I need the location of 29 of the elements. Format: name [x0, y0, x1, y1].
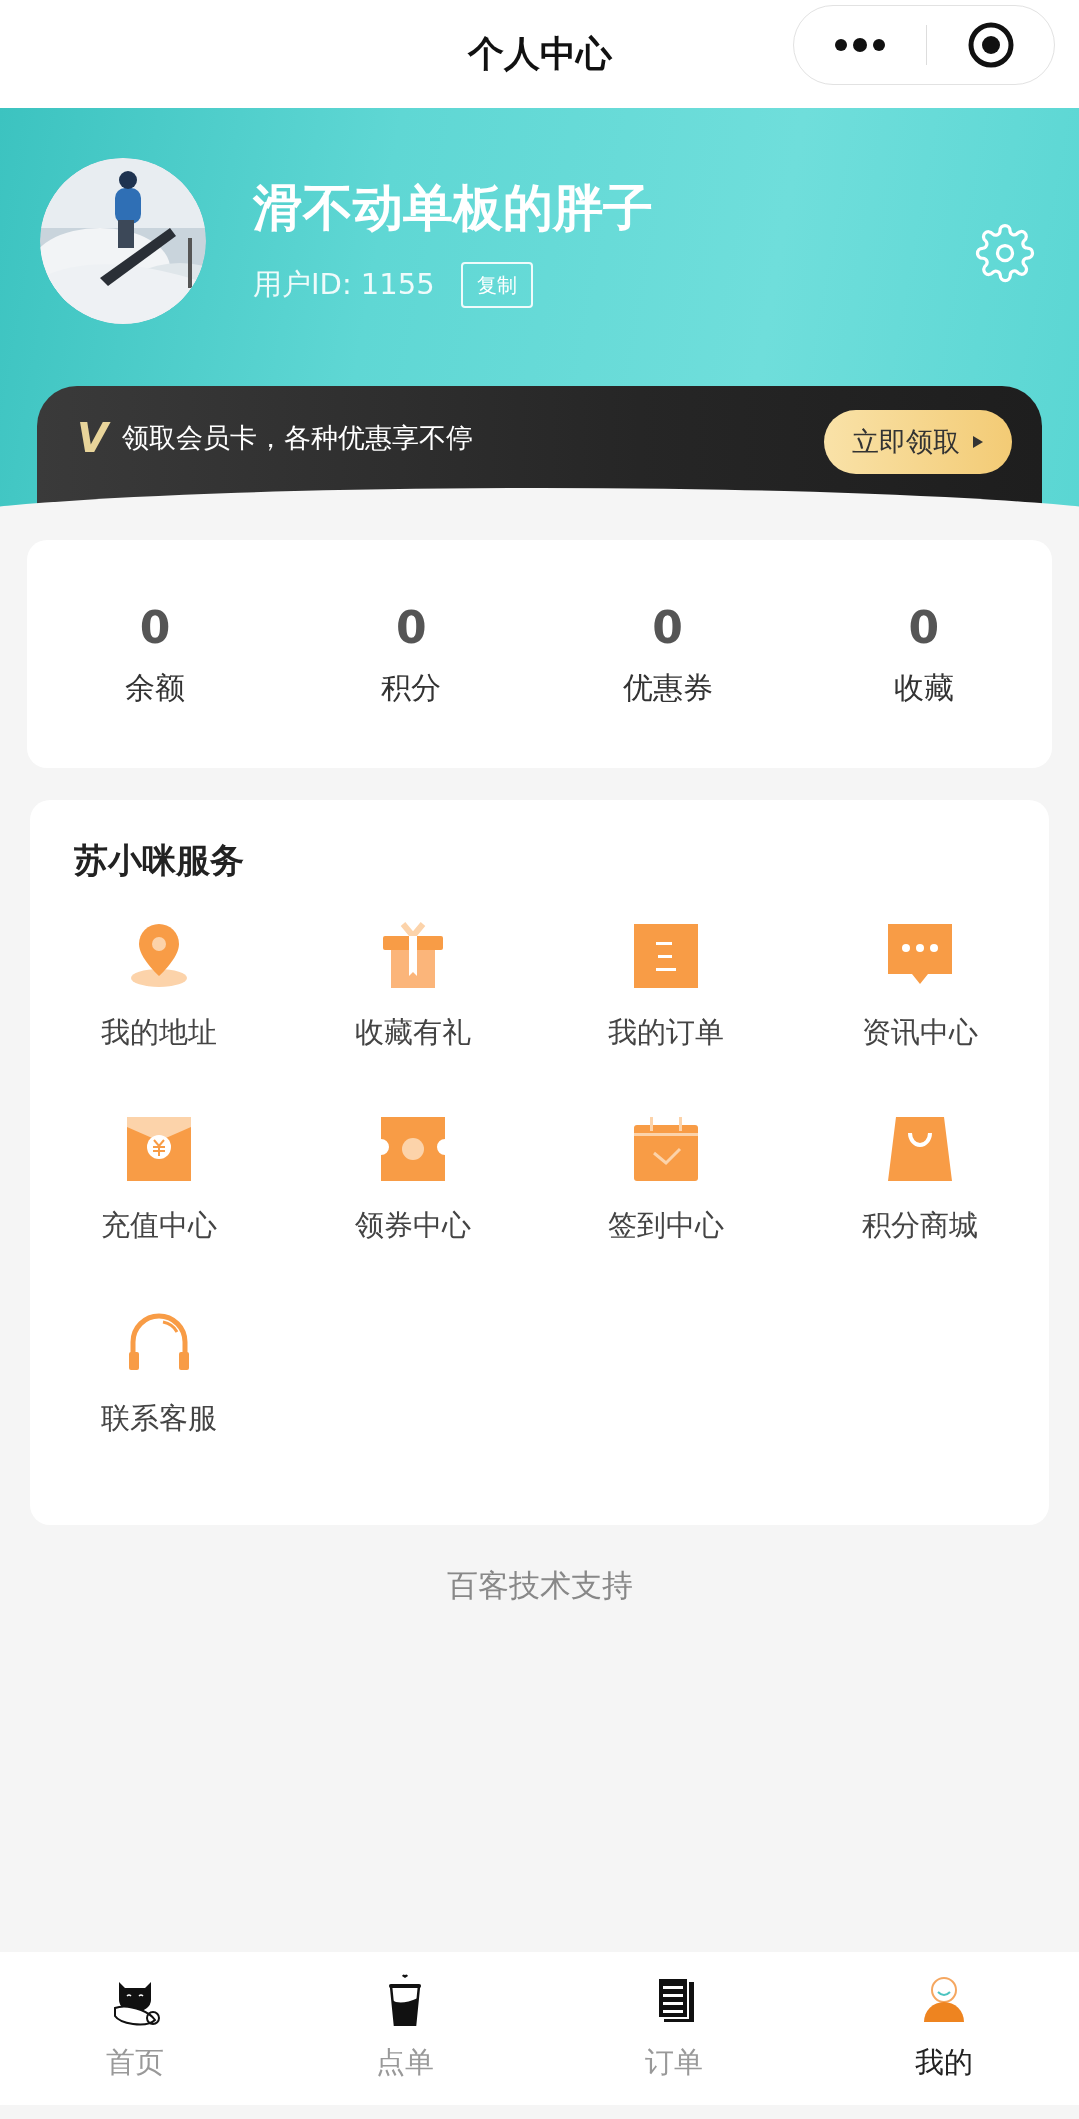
service-label[interactable]: 积分商城 — [862, 1205, 979, 1245]
service-label[interactable]: 联系客服 — [100, 1398, 217, 1438]
service-label[interactable]: 签到中心 — [608, 1205, 725, 1245]
stat-label[interactable]: 余额 — [125, 668, 186, 708]
footer-text: 百客技术支持 — [446, 1565, 633, 1605]
service-label[interactable]: 收藏有礼 — [354, 1012, 471, 1052]
stat-label[interactable]: 优惠券 — [622, 668, 713, 708]
play-icon — [972, 435, 984, 449]
stat-label[interactable]: 积分 — [381, 668, 442, 708]
service-label[interactable]: 领券中心 — [354, 1205, 471, 1245]
stat-value: 0 — [139, 602, 171, 654]
stat-value: 0 — [908, 602, 940, 654]
more-icon[interactable] — [834, 38, 886, 52]
service-label[interactable]: 我的订单 — [608, 1012, 725, 1052]
page-title: 个人中心 — [467, 32, 612, 76]
member-text: 领取会员卡，各种优惠享不停 — [121, 421, 473, 455]
settings-icon[interactable] — [975, 223, 1035, 283]
tab-item[interactable]: 我的 — [809, 1952, 1079, 2105]
stat-value: 0 — [652, 602, 683, 654]
stat-label[interactable]: 收藏 — [893, 668, 954, 708]
service-label[interactable]: 充值中心 — [100, 1205, 217, 1245]
close-icon[interactable] — [967, 21, 1015, 69]
stat-value: 0 — [396, 602, 427, 654]
claim-button[interactable]: 立即领取 — [824, 410, 1012, 474]
section-title: 苏小咪服务 — [74, 839, 245, 882]
user-id: 用户ID: 1155 — [253, 266, 435, 304]
service-label[interactable]: 我的地址 — [100, 1012, 217, 1052]
user-name: 滑不动单板的胖子 — [253, 178, 653, 238]
service-label[interactable]: 资讯中心 — [862, 1012, 979, 1052]
